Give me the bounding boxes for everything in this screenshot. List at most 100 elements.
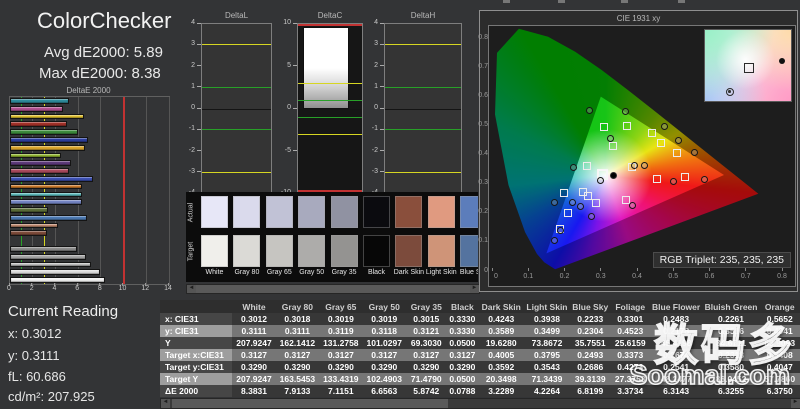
cie-title: CIE 1931 xy (616, 14, 661, 23)
table-cell: 0.2304 (569, 325, 611, 337)
de-bar-dark-skin (10, 230, 47, 237)
target-swatch-white (201, 235, 228, 267)
target-swatch-dark-skin (395, 235, 423, 267)
de-bar-red (10, 121, 67, 128)
column-header: Gray 65 (319, 300, 363, 313)
target-marker (592, 199, 601, 208)
ref-line-red (298, 24, 362, 26)
measurement-marker (607, 134, 615, 142)
table-cell: 69.3030 (405, 337, 447, 349)
table-cell: 0.4523 (610, 325, 650, 337)
table-cell: 0.3015 (405, 313, 447, 325)
row-label: Target x:CIE31 (160, 349, 233, 361)
zero-line (298, 108, 362, 110)
de-bar-bluish-green (10, 191, 82, 198)
clipped-tick (621, 0, 628, 3)
cie-y-tick-label: 0.1 (478, 237, 488, 245)
table-cell: 0.3127 (446, 349, 479, 361)
target-marker (652, 174, 661, 183)
scroll-right-arrow[interactable]: ► (470, 285, 479, 293)
column-header: Light Skin (524, 300, 570, 313)
table-header-row: White Gray 80 Gray 65 Gray 50 Gray 35 Black Da… (160, 300, 800, 313)
ref-line-green (385, 129, 461, 131)
actual-swatch-gray-50 (298, 196, 326, 228)
scroll-left-arrow[interactable]: ◄ (187, 285, 196, 293)
de-bar-orange (10, 183, 83, 190)
ref-line-green (202, 129, 271, 131)
table-cell: 3.2289 (478, 385, 525, 397)
table-cell: 4.2264 (524, 385, 570, 397)
deltac-bar (303, 26, 349, 109)
table-cell: 0.3127 (362, 349, 406, 361)
de-bar-blue-flower (10, 199, 82, 206)
table-cell: 207.9247 (232, 373, 276, 385)
table-cell: 0.3127 (319, 349, 363, 361)
deltaE-chart (9, 96, 170, 285)
cie-y-tick-label: 0.8 (478, 34, 488, 42)
table-cell: 0.3499 (524, 325, 570, 337)
tick-label: 5 (287, 61, 291, 69)
tick-label: 0 (374, 104, 378, 111)
column-header: Orange (759, 300, 800, 313)
tick (197, 150, 201, 151)
swatch-scrollbar[interactable]: ◄ ► (186, 284, 480, 294)
swatch-row-label-actual: Actual (187, 202, 195, 223)
table-cell: 0.3290 (405, 361, 447, 373)
target-marker (609, 142, 618, 151)
swatch-label: Gray 50 (299, 269, 325, 276)
table-cell: 0.3330 (446, 313, 479, 325)
actual-swatch-white (201, 196, 228, 228)
scroll-left-arrow[interactable]: ◄ (161, 399, 170, 408)
de-bar-gray-80 (10, 269, 100, 276)
swatch-label: Dark Skin (393, 269, 425, 276)
current-reading-title: Current Reading (8, 303, 119, 320)
column-header: Bluish Green (702, 300, 760, 313)
gridline (100, 97, 102, 284)
table-cell: 0.3938 (524, 313, 570, 325)
swatch-label: Light Skin (425, 269, 457, 276)
tick-label: 0 (191, 104, 195, 111)
table-cell: 0.3111 (275, 325, 320, 337)
row-label: ΔE 2000 (160, 385, 233, 397)
row-label: Y (160, 337, 233, 349)
scroll-right-arrow[interactable]: ► (791, 399, 800, 408)
de-bar-purplish-blue (10, 175, 93, 182)
cie-x-tick (491, 268, 493, 271)
target-swatch-light-skin (427, 235, 455, 267)
actual-swatch-black (363, 196, 390, 228)
de-bar-foliage (10, 207, 49, 213)
cie-x-tick-label: 0.8 (777, 273, 787, 280)
tick (380, 22, 384, 24)
tick-label: -5 (284, 146, 291, 154)
table-cell: 73.8672 (524, 337, 570, 349)
cie-diagram-panel: CIE 1931 xy RGB Triplet: 235, 235, 235 0… (479, 10, 798, 292)
actual-swatch-gray-80 (233, 196, 261, 228)
tick-label: -3 (188, 167, 195, 175)
zero-line (202, 108, 271, 110)
target-swatch-black (363, 235, 390, 267)
cie-x-tick-label: 0.7 (740, 273, 751, 280)
table-scrollbar[interactable]: ◄ ► (160, 398, 800, 409)
de-bar-yellow-green (10, 152, 62, 159)
tick-label: 3 (374, 40, 378, 48)
cie-y-tick-label: 0 (484, 266, 488, 274)
tick (197, 86, 201, 88)
cie-x-tick-label: 0.6 (704, 273, 715, 280)
ref-line-yellow (385, 44, 461, 46)
target-swatch-blue-sky (460, 235, 478, 267)
scrollbar-thumb[interactable] (172, 399, 448, 408)
table-cell: 0.0788 (446, 385, 479, 397)
tick-label: 1 (191, 82, 195, 90)
target-swatch-gray-80 (233, 235, 261, 267)
target-marker (672, 149, 681, 158)
cie-x-tick (745, 268, 747, 271)
column-header: Dark Skin (478, 300, 525, 313)
cie-plot: RGB Triplet: 235, 235, 235 0 0.1 0.2 0.3 0.4… (488, 25, 796, 287)
scrollbar-thumb[interactable] (196, 285, 470, 293)
table-cell: 71.3439 (524, 373, 570, 385)
tick-label: 4 (191, 19, 195, 26)
ref-line-green (385, 86, 461, 88)
avg-de2000: Avg dE2000: 5.89 (44, 44, 163, 61)
table-cell: 25.6159 (610, 337, 650, 349)
de-bar-green (10, 129, 79, 135)
